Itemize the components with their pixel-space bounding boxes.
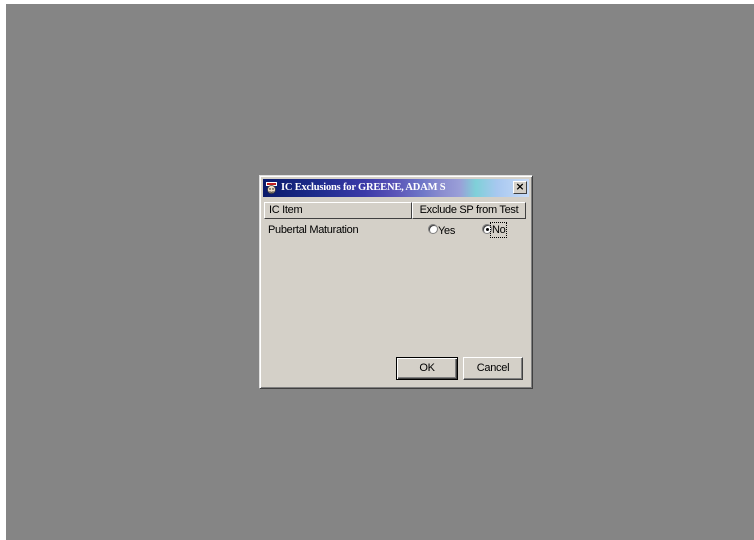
close-icon: × — [515, 180, 525, 193]
app-icon — [265, 181, 278, 195]
title-bar[interactable]: IC Exclusions for GREENE, ADAM S × — [263, 179, 529, 197]
radio-yes-label: Yes — [438, 225, 456, 237]
cancel-button[interactable]: Cancel — [463, 357, 523, 380]
window-title: IC Exclusions for GREENE, ADAM S — [281, 182, 446, 193]
column-header-ic-item[interactable]: IC Item — [264, 202, 412, 219]
radio-no-label: No — [490, 222, 508, 238]
radio-unchecked-icon — [428, 224, 438, 234]
row-label-pubertal-maturation: Pubertal Maturation — [268, 224, 359, 236]
close-button[interactable]: × — [513, 181, 527, 194]
column-header-exclude-sp[interactable]: Exclude SP from Test — [412, 202, 526, 219]
ic-exclusions-dialog: IC Exclusions for GREENE, ADAM S × IC It… — [259, 175, 533, 389]
ok-button[interactable]: OK — [396, 357, 458, 380]
radio-dot-icon — [485, 227, 489, 231]
